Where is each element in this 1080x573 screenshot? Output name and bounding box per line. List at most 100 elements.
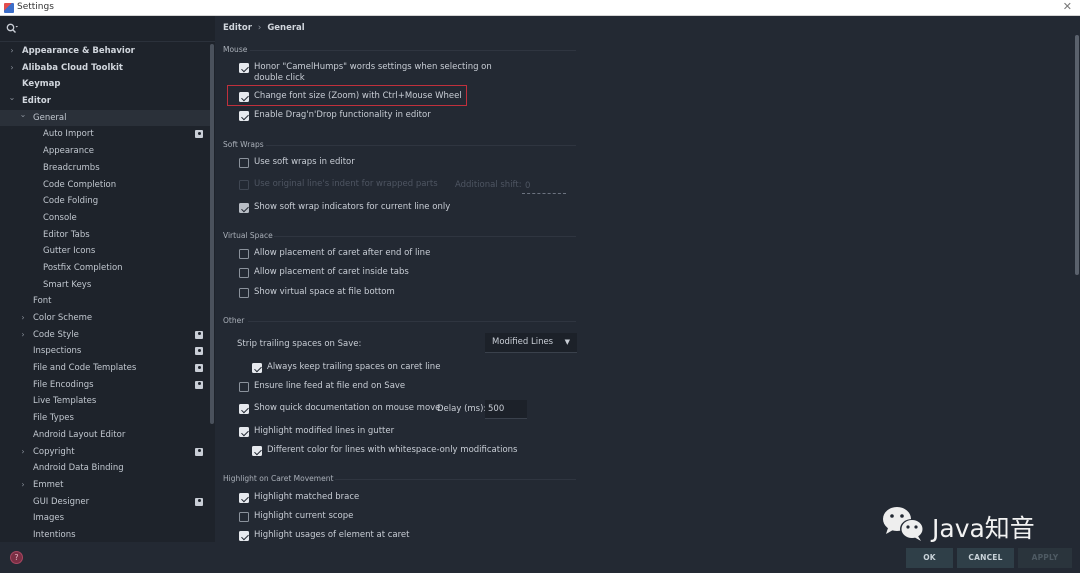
additional-shift-label: Additional shift: [455,180,522,190]
chevron-right-icon[interactable]: › [7,60,17,77]
chevron-right-icon[interactable]: › [18,477,28,494]
sidebar-item-label: Alibaba Cloud Toolkit [22,62,123,73]
usages-checkbox[interactable] [239,531,249,541]
camel-humps-checkbox[interactable] [239,63,249,73]
chevron-down-icon[interactable]: ⌄ [7,90,17,107]
sidebar-item-alibaba-cloud-toolkit[interactable]: › Alibaba Cloud Toolkit [0,60,210,77]
drag-drop-checkbox[interactable] [239,111,249,121]
sidebar-item-font[interactable]: Font [0,293,210,310]
current-scope-label: Highlight current scope [254,511,354,521]
sidebar-item-general[interactable]: ⌄ General [0,107,210,127]
sidebar-item-images[interactable]: Images [0,510,210,527]
caret-inside-tabs-label: Allow placement of caret inside tabs [254,267,409,277]
sidebar-item-gui-designer[interactable]: GUI Designer [0,494,210,511]
sidebar-item-label: Keymap [22,79,61,90]
strip-trailing-value: Modified Lines [492,337,554,347]
line-feed-checkbox[interactable] [239,382,249,392]
settings-tree: › Appearance & Behavior › Alibaba Cloud Too… [0,43,210,544]
chevron-down-icon[interactable]: ⌄ [18,107,28,124]
sidebar-item-keymap[interactable]: Keymap [0,76,210,93]
quick-doc-checkbox[interactable] [239,404,249,414]
sidebar-item-file-encodings[interactable]: File Encodings [0,377,210,394]
sidebar-item-label: Appearance & Behavior [22,46,135,56]
sidebar-item-label: Code Style [33,329,79,340]
chevron-right-icon[interactable]: › [18,310,28,327]
sidebar-item-label: General [33,112,67,123]
help-icon[interactable]: ? [10,551,23,564]
keep-trailing-checkbox[interactable] [252,363,262,373]
sidebar-item-code-folding[interactable]: Code Folding [0,193,210,210]
drag-drop-label: Enable Drag'n'Drop functionality in edit… [254,110,431,120]
soft-wraps-checkbox[interactable] [239,158,249,168]
sidebar-item-label: Font [33,296,52,307]
matched-brace-checkbox[interactable] [239,493,249,503]
sidebar-item-editor-tabs[interactable]: Editor Tabs [0,227,210,244]
sidebar-item-label: Gutter Icons [43,246,96,257]
keep-trailing-label: Always keep trailing spaces on caret lin… [267,362,441,372]
original-indent-checkbox[interactable] [239,180,249,190]
caret-after-eol-checkbox[interactable] [239,249,249,259]
sidebar-item-copyright[interactable]: › Copyright [0,444,210,461]
chevron-right-icon[interactable]: › [18,327,28,344]
cancel-button[interactable]: CANCEL [957,548,1014,568]
additional-shift-input[interactable] [522,178,566,193]
sidebar-item-gutter-icons[interactable]: Gutter Icons [0,243,210,260]
delay-field[interactable] [485,400,527,419]
sidebar-item-android-data-binding[interactable]: Android Data Binding [0,460,210,477]
virtual-space-bottom-checkbox[interactable] [239,288,249,298]
highlight-modified-checkbox[interactable] [239,427,249,437]
ok-button[interactable]: OK [906,548,953,568]
sidebar-item-label: Inspections [33,346,82,357]
sidebar-item-label: Breadcrumbs [43,162,100,173]
camel-humps-label: Honor "CamelHumps" words settings when s… [254,62,492,72]
sidebar-item-smart-keys[interactable]: Smart Keys [0,277,210,294]
sidebar-item-code-completion[interactable]: Code Completion [0,177,210,194]
whitespace-color-checkbox[interactable] [252,446,262,456]
sidebar-item-postfix-completion[interactable]: Postfix Completion [0,260,210,277]
sidebar-item-appearance-behavior[interactable]: › Appearance & Behavior [0,43,210,60]
sidebar-item-live-templates[interactable]: Live Templates [0,393,210,410]
apply-button[interactable]: APPLY [1018,548,1072,568]
breadcrumb: Editor › General [223,23,305,33]
additional-shift-field[interactable] [522,178,566,194]
sidebar-item-editor[interactable]: ⌄ Editor [0,93,210,110]
caret-inside-tabs-checkbox[interactable] [239,268,249,278]
content-scrollbar[interactable] [1075,35,1079,275]
search-bar[interactable] [0,16,215,42]
soft-wraps-label: Use soft wraps in editor [254,157,355,167]
section-other: Other [223,316,245,325]
sidebar-item-label: Android Layout Editor [33,429,126,440]
sidebar-item-file-types[interactable]: File Types [0,410,210,427]
section-virtual-space: Virtual Space [223,231,273,240]
close-icon[interactable]: ✕ [1063,0,1072,13]
sidebar-item-console[interactable]: Console [0,210,210,227]
sidebar-item-label: File Encodings [33,379,94,390]
sidebar-item-file-and-code-templates[interactable]: File and Code Templates [0,360,210,377]
watermark-text: Java知音 [932,514,1035,543]
sidebar-item-auto-import[interactable]: Auto Import [0,126,210,143]
window-title: Settings [17,2,54,12]
zoom-wheel-checkbox[interactable] [239,92,249,102]
delay-label: Delay (ms): [437,404,487,414]
breadcrumb-parent[interactable]: Editor [223,23,252,33]
sidebar-item-android-layout-editor[interactable]: Android Layout Editor [0,427,210,444]
sidebar-item-appearance[interactable]: Appearance [0,143,210,160]
sidebar-item-emmet[interactable]: › Emmet [0,477,210,494]
delay-input[interactable] [485,400,527,418]
project-scope-icon [195,130,203,139]
chevron-right-icon[interactable]: › [7,43,17,60]
current-scope-checkbox[interactable] [239,512,249,522]
sidebar-item-breadcrumbs[interactable]: Breadcrumbs [0,160,210,177]
sidebar-item-code-style[interactable]: › Code Style [0,327,210,344]
sidebar-item-inspections[interactable]: Inspections [0,343,210,360]
wrap-indicators-checkbox[interactable] [239,203,249,213]
watermark: Java知音 [880,503,1050,545]
sidebar-scrollbar[interactable] [210,44,214,424]
search-icon[interactable] [6,23,18,35]
sidebar-item-label: Code Completion [43,179,117,190]
sidebar-item-color-scheme[interactable]: › Color Scheme [0,310,210,327]
strip-trailing-dropdown[interactable]: Modified Lines ▼ [485,333,577,353]
chevron-right-icon[interactable]: › [18,444,28,461]
section-mouse: Mouse [223,45,248,54]
sidebar-item-label: Auto Import [43,129,94,140]
